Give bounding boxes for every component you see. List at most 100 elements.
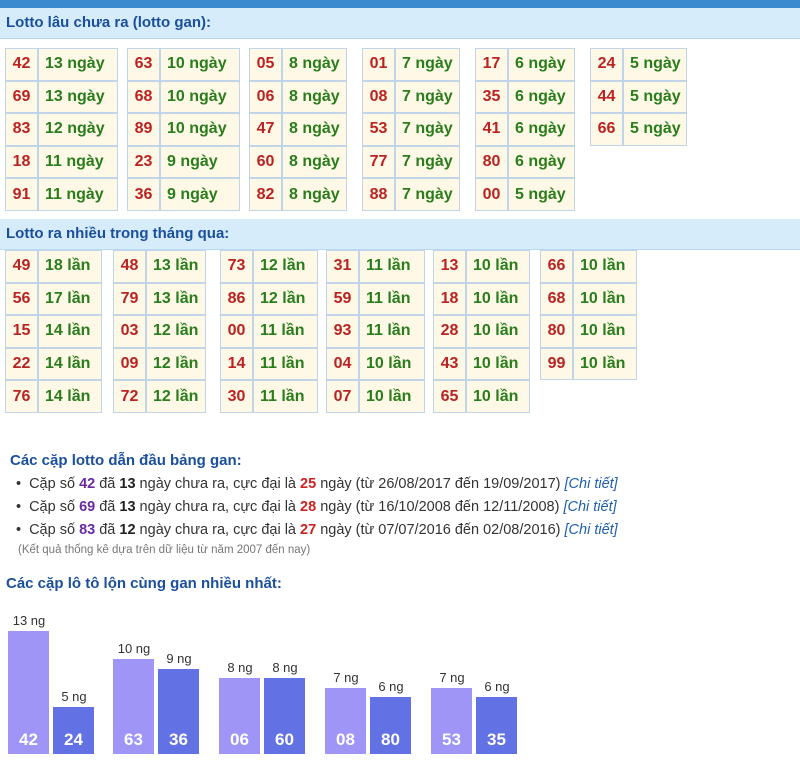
- list-item: Cặp số 83 đã 12 ngày chưa ra, cực đại là…: [16, 519, 800, 542]
- lotto-number: 23: [127, 145, 160, 179]
- pair-text: ngày chưa ra, cực đại là: [135, 499, 301, 515]
- lotto-count: 8 ngày: [282, 80, 347, 114]
- lotto-number: 48: [113, 250, 146, 283]
- lotto-number: 53: [362, 113, 395, 146]
- table-row: 00 11 lần: [220, 315, 318, 348]
- frequent-grid: 49 18 lần 56 17 lần 15 14 lần 22 14 lần 76 14 lần…: [0, 250, 800, 446]
- stats-note: (Kết quả thống kê dựa trên dữ liệu từ nă…: [18, 544, 311, 556]
- pair-text: ngày (từ 16/10/2008 đến 12/11/2008): [316, 499, 564, 515]
- lotto-count: 17 lần: [38, 282, 102, 316]
- pair-text: 12: [119, 522, 136, 538]
- pair-text: Cặp số: [29, 476, 80, 492]
- lotto-count: 7 ngày: [395, 178, 460, 211]
- lotto-number: 04: [326, 347, 359, 381]
- lotto-number: 80: [540, 315, 573, 348]
- lotto-count: 8 ngày: [282, 113, 347, 146]
- lotto-number: 91: [5, 178, 38, 211]
- bar: 35: [476, 697, 517, 754]
- table-row: 60 8 ngày: [249, 145, 347, 179]
- pair-text: đã: [95, 476, 120, 492]
- lotto-count: 10 ngày: [160, 113, 240, 146]
- lotto-number: 43: [433, 347, 466, 381]
- lotto-number: 42: [5, 48, 38, 81]
- detail-link[interactable]: [Chi tiết]: [563, 499, 616, 515]
- lotto-count: 12 lần: [146, 347, 206, 381]
- lotto-number: 56: [5, 282, 38, 316]
- lotto-count: 11 lần: [253, 380, 318, 413]
- table-row: 59 11 lần: [326, 282, 425, 316]
- lotto-count: 8 ngày: [282, 48, 347, 81]
- freq-grid-column: 31 11 lần 59 11 lần 93 11 lần 04 10 lần 07 10 lần: [326, 250, 425, 413]
- lotto-count: 8 ngày: [282, 178, 347, 211]
- lotto-number: 99: [540, 347, 573, 381]
- table-row: 17 6 ngày: [475, 48, 575, 81]
- table-row: 76 14 lần: [5, 380, 102, 413]
- lotto-count: 9 ngày: [160, 145, 240, 179]
- lotto-number: 73: [220, 250, 253, 283]
- lotto-count: 13 lần: [146, 250, 206, 283]
- table-row: 18 11 ngày: [5, 145, 118, 179]
- lotto-count: 5 ngày: [623, 113, 687, 146]
- freq-grid-column: 66 10 lần 68 10 lần 80 10 lần 99 10 lần: [540, 250, 637, 381]
- table-row: 49 18 lần: [5, 250, 102, 283]
- lotto-number: 36: [127, 178, 160, 211]
- pair-text: đã: [95, 522, 120, 538]
- lotto-number: 14: [220, 347, 253, 381]
- table-row: 93 11 lần: [326, 315, 425, 348]
- bar: 63: [113, 659, 154, 754]
- lotto-number: 66: [540, 250, 573, 283]
- lotto-number: 49: [5, 250, 38, 283]
- lotto-count: 18 lần: [38, 250, 102, 283]
- bar-value-label: 6 ng: [378, 679, 404, 694]
- lotto-number: 06: [249, 80, 282, 114]
- table-row: 18 10 lần: [433, 282, 530, 316]
- gan-grid-column: 01 7 ngày 08 7 ngày 53 7 ngày 77 7 ngày 88 7 ngày: [362, 48, 460, 211]
- lotto-count: 5 ngày: [508, 178, 575, 211]
- lotto-count: 7 ngày: [395, 80, 460, 114]
- table-row: 73 12 lần: [220, 250, 318, 283]
- lotto-count: 12 lần: [253, 282, 318, 316]
- bar-value-label: 13 ng: [12, 612, 46, 628]
- lotto-count: 10 lần: [466, 282, 530, 316]
- lotto-number: 28: [433, 315, 466, 348]
- gan-grid-column: 63 10 ngày 68 10 ngày 89 10 ngày 23 9 ngày 36 9 n…: [127, 48, 240, 211]
- lotto-count: 11 lần: [253, 315, 318, 348]
- list-item: Cặp số 69 đã 13 ngày chưa ra, cực đại là…: [16, 496, 800, 519]
- gan-section-title: Lotto lâu chưa ra (lotto gan):: [0, 8, 800, 39]
- table-row: 15 14 lần: [5, 315, 102, 348]
- lotto-count: 14 lần: [38, 347, 102, 381]
- bar-code-label: 35: [487, 730, 506, 749]
- table-row: 77 7 ngày: [362, 145, 460, 179]
- table-row: 07 10 lần: [326, 380, 425, 413]
- lotto-number: 44: [590, 80, 623, 114]
- bar: 08: [325, 687, 366, 754]
- table-row: 03 12 lần: [113, 315, 206, 348]
- table-row: 04 10 lần: [326, 347, 425, 381]
- pair-text: Cặp số: [29, 499, 80, 515]
- table-row: 66 5 ngày: [590, 113, 687, 146]
- table-row: 44 5 ngày: [590, 80, 687, 114]
- lotto-number: 35: [475, 80, 508, 114]
- lotto-count: 6 ngày: [508, 80, 575, 114]
- lotto-count: 6 ngày: [508, 113, 575, 146]
- pair-text: 42: [79, 476, 96, 492]
- table-row: 68 10 lần: [540, 282, 637, 316]
- pair-text: 69: [79, 499, 96, 515]
- bar-code-label: 36: [169, 730, 188, 749]
- table-row: 68 10 ngày: [127, 80, 240, 114]
- lotto-number: 79: [113, 282, 146, 316]
- bar-code-label: 24: [64, 730, 83, 749]
- bar: 42: [8, 630, 49, 754]
- gan-pairs-section: Các cặp lotto dẫn đầu bảng gan: Cặp số 4…: [0, 446, 800, 556]
- pairs-title: Các cặp lotto dẫn đầu bảng gan:: [10, 452, 242, 469]
- lotto-count: 12 ngày: [38, 113, 118, 146]
- table-row: 22 14 lần: [5, 347, 102, 381]
- table-row: 86 12 lần: [220, 282, 318, 316]
- lotto-number: 65: [433, 380, 466, 413]
- detail-link[interactable]: [Chi tiết]: [565, 476, 618, 492]
- gan-grid: 42 13 ngày 69 13 ngày 83 12 ngày 18 11 ngày 91 11…: [0, 39, 800, 219]
- lotto-count: 6 ngày: [508, 145, 575, 179]
- table-row: 63 10 ngày: [127, 48, 240, 81]
- bar-value-label: 8 ng: [272, 660, 298, 675]
- detail-link[interactable]: [Chi tiết]: [565, 522, 618, 538]
